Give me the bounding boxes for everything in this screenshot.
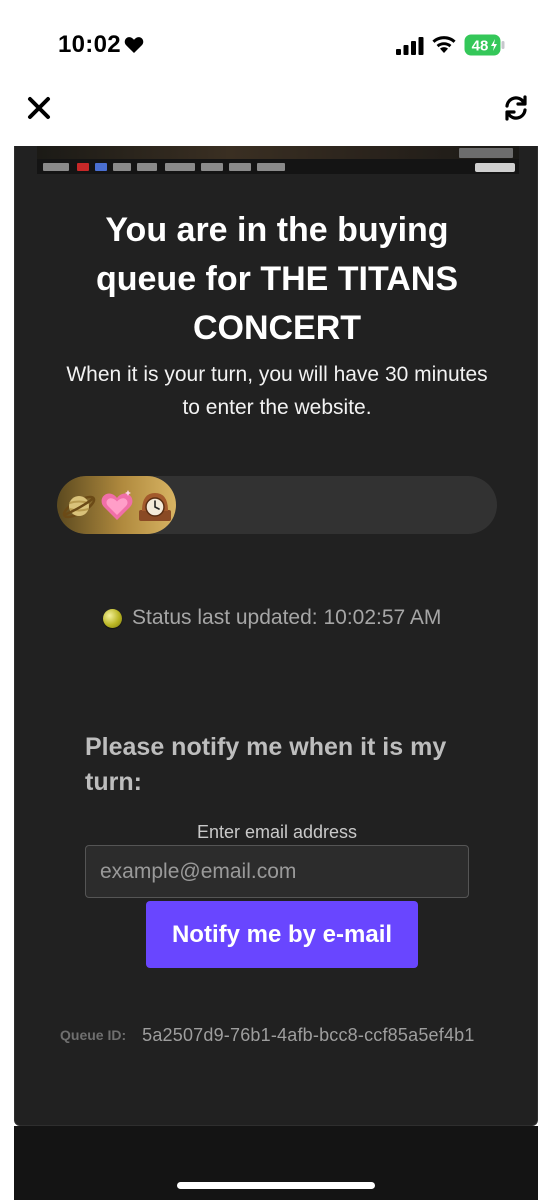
battery-icon: 48 <box>464 34 506 56</box>
page: 10:02 48 You are in the buying queue for… <box>0 0 552 1200</box>
queue-id-row: Queue ID: 5a2507d9-76b1-4afb-bcc8-ccf85a… <box>60 1024 475 1046</box>
status-indicator-icon <box>103 608 122 628</box>
clock-icon <box>139 493 171 521</box>
progress-emojis <box>61 488 173 524</box>
wifi-icon <box>432 36 456 53</box>
status-text: Status last updated: 10:02:57 AM <box>132 606 442 629</box>
email-input[interactable] <box>85 845 469 898</box>
queue-title: You are in the buying queue for THE TITA… <box>95 211 459 347</box>
queue-id-label: Queue ID: <box>60 1027 127 1043</box>
heart-icon <box>101 490 133 520</box>
home-indicator[interactable] <box>177 1182 375 1189</box>
sponsor-logo <box>113 163 131 171</box>
banner-sponsor-strip <box>37 159 519 174</box>
queue-id-value: 5a2507d9-76b1-4afb-bcc8-ccf85a5ef4b1 <box>142 1024 475 1045</box>
sponsor-logo <box>43 163 69 171</box>
sponsor-logo <box>137 163 157 171</box>
status-bar: 10:02 48 <box>0 0 552 80</box>
heart-icon <box>124 37 144 53</box>
queue-progress-bar <box>57 476 497 534</box>
queue-subtitle: When it is your turn, you will have 30 m… <box>66 363 488 419</box>
sponsor-logo <box>77 163 89 171</box>
event-banner-image <box>37 146 519 174</box>
sponsor-logo <box>229 163 251 171</box>
notify-heading: Please notify me when it is my turn: <box>85 733 447 796</box>
status-time: 10:02 <box>58 31 121 58</box>
banner-sale-info <box>459 148 513 158</box>
sponsor-logo <box>165 163 195 171</box>
sponsor-logo <box>201 163 223 171</box>
banner-eventpop-logo <box>475 163 515 172</box>
signal-icon <box>396 37 424 55</box>
close-icon[interactable] <box>26 95 52 121</box>
sponsor-logo <box>95 163 107 171</box>
sponsor-logo <box>257 163 285 171</box>
queue-card: You are in the buying queue for THE TITA… <box>14 146 538 1126</box>
planet-icon <box>62 495 96 519</box>
notify-email-button[interactable]: Notify me by e-mail <box>146 901 418 968</box>
reload-icon[interactable] <box>502 94 530 122</box>
status-last-updated: Status last updated: 10:02:57 AM <box>103 604 441 632</box>
email-label: Enter email address <box>196 822 358 842</box>
battery-level: 48 <box>472 38 489 55</box>
